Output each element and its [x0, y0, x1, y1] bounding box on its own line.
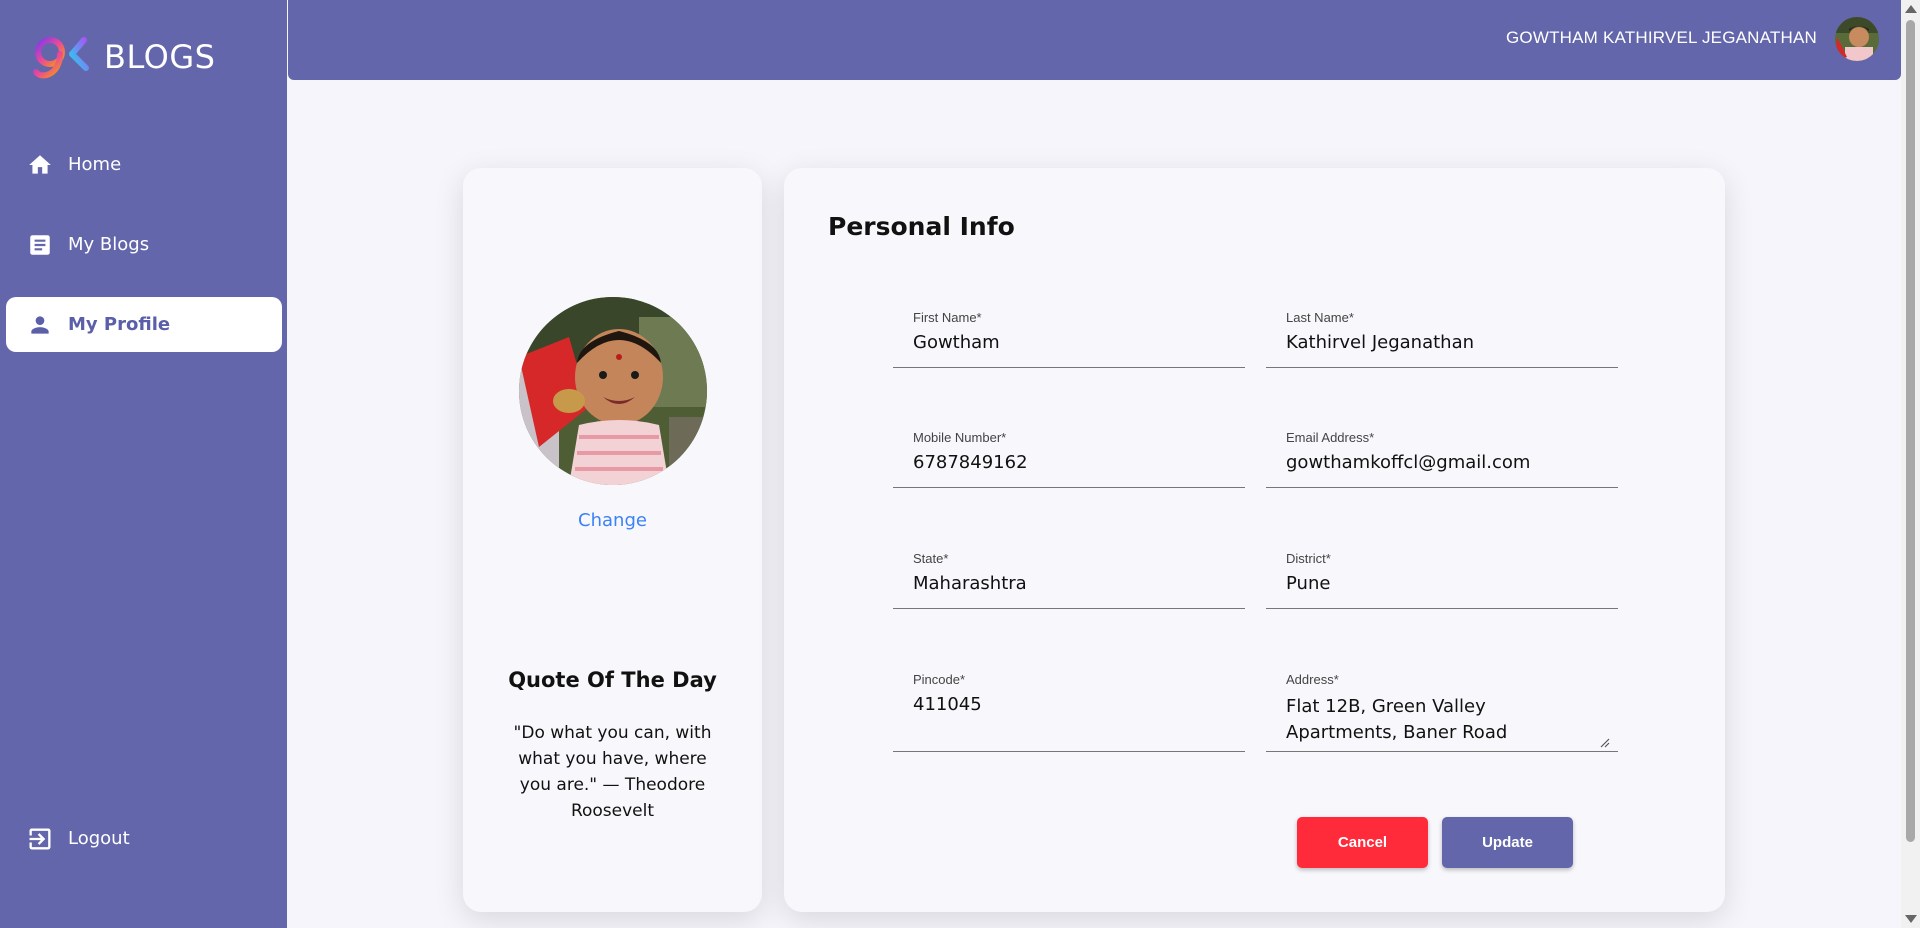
last-name-input[interactable]: Kathirvel Jeganathan	[1286, 332, 1474, 353]
update-button[interactable]: Update	[1442, 817, 1573, 868]
email-field[interactable]: Email Address* gowthamkoffcl@gmail.com	[1266, 430, 1618, 488]
mobile-number-field[interactable]: Mobile Number* 6787849162	[893, 430, 1245, 488]
profile-photo	[519, 297, 707, 485]
address-field[interactable]: Address* Flat 12B, Green Valley Apartmen…	[1266, 672, 1618, 752]
person-icon	[26, 311, 54, 339]
change-photo-link[interactable]: Change	[463, 510, 762, 531]
field-label: State*	[913, 551, 949, 566]
user-avatar[interactable]	[1835, 17, 1879, 61]
cancel-button[interactable]: Cancel	[1297, 817, 1428, 868]
address-textarea[interactable]: Flat 12B, Green Valley Apartments, Baner…	[1286, 694, 1596, 750]
article-icon	[26, 231, 54, 259]
section-title: Personal Info	[828, 212, 1015, 241]
sidebar-item-label: My Blogs	[68, 234, 150, 255]
logout-button[interactable]: Logout	[6, 811, 282, 866]
user-name[interactable]: GOWTHAM KATHIRVEL JEGANATHAN	[1506, 28, 1817, 48]
pincode-input[interactable]: 411045	[913, 694, 982, 715]
mobile-number-input[interactable]: 6787849162	[913, 452, 1028, 473]
field-label: Mobile Number*	[913, 430, 1007, 445]
field-label: First Name*	[913, 310, 982, 325]
field-label: Pincode*	[913, 672, 966, 687]
resize-handle-icon[interactable]	[1600, 733, 1610, 748]
district-input[interactable]: Pune	[1286, 573, 1330, 594]
profile-card: Change Quote Of The Day "Do what you can…	[463, 168, 762, 912]
sidebar-item-label: My Profile	[68, 314, 171, 335]
scroll-up-arrow-icon[interactable]	[1905, 5, 1917, 13]
scroll-thumb[interactable]	[1906, 20, 1915, 842]
district-field[interactable]: District* Pune	[1266, 551, 1618, 609]
first-name-field[interactable]: First Name* Gowtham	[893, 310, 1245, 368]
top-header: GOWTHAM KATHIRVEL JEGANATHAN	[288, 0, 1901, 80]
state-input[interactable]: Maharashtra	[913, 573, 1027, 594]
logout-label: Logout	[68, 828, 130, 849]
sidebar-item-my-profile[interactable]: My Profile	[6, 297, 282, 352]
logout-icon	[26, 825, 54, 853]
pincode-field[interactable]: Pincode* 411045	[893, 672, 1245, 752]
brand-title: BLOGS	[104, 38, 216, 76]
quote-title: Quote Of The Day	[508, 668, 717, 692]
gk-logo-icon	[30, 30, 90, 84]
field-label: Email Address*	[1286, 430, 1375, 445]
quote-text: "Do what you can, with what you have, wh…	[513, 723, 712, 821]
page-scrollbar[interactable]	[1901, 0, 1920, 928]
last-name-field[interactable]: Last Name* Kathirvel Jeganathan	[1266, 310, 1618, 368]
personal-info-card: Personal Info First Name* Gowtham Last N…	[784, 168, 1725, 912]
sidebar-item-home[interactable]: Home	[6, 137, 282, 192]
field-label: Last Name*	[1286, 310, 1354, 325]
sidebar: BLOGS Home My Blogs My Profile Logout	[0, 0, 287, 928]
field-label: District*	[1286, 551, 1331, 566]
sidebar-item-my-blogs[interactable]: My Blogs	[6, 217, 282, 272]
sidebar-item-label: Home	[68, 154, 122, 175]
field-label: Address*	[1286, 672, 1339, 687]
home-icon	[26, 151, 54, 179]
brand[interactable]: BLOGS	[30, 30, 215, 84]
scroll-down-arrow-icon[interactable]	[1905, 915, 1917, 923]
first-name-input[interactable]: Gowtham	[913, 332, 1000, 353]
email-input[interactable]: gowthamkoffcl@gmail.com	[1286, 452, 1530, 473]
state-field[interactable]: State* Maharashtra	[893, 551, 1245, 609]
